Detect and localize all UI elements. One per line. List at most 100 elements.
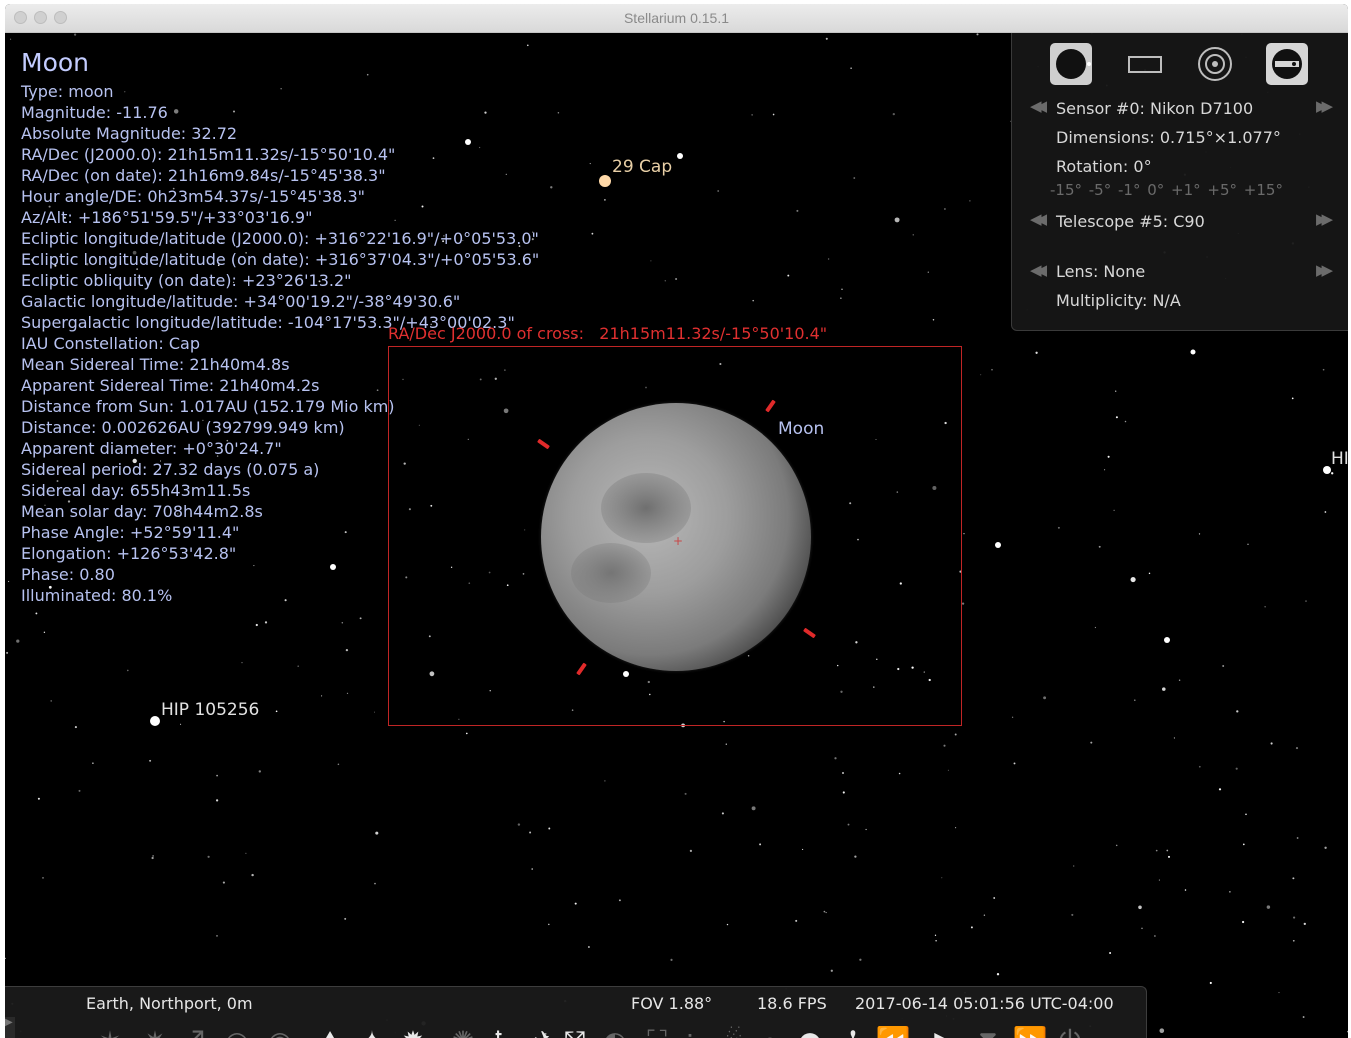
star [934,934,937,936]
cardinal-points-button[interactable]: ✦ [352,1021,392,1038]
atmosphere-button[interactable]: ✹ [393,1021,433,1038]
search-button[interactable]: ⌕ [750,1021,790,1038]
star [751,114,753,116]
constellation-art-icon: ♐ [180,1025,205,1038]
previous-sensor-icon[interactable]: ◀◀ [1030,97,1047,115]
next-telescope-icon[interactable]: ▶▶ [1316,210,1333,228]
star [1134,699,1136,701]
previous-telescope-icon[interactable]: ◀◀ [1030,210,1047,228]
star [935,940,937,942]
fast-forward-button[interactable]: ⏩ [1010,1021,1050,1038]
telescope-control-button[interactable]: ✢ [833,1021,873,1038]
planets-icon: ♄ [489,1025,514,1038]
quit-button[interactable]: ⏻ [1050,1021,1090,1038]
star [717,190,720,192]
star [1302,1016,1305,1018]
ground-button[interactable]: ⛰ [310,1021,350,1038]
bright-star[interactable] [1323,466,1331,474]
equatorial-mount-button[interactable]: ⤧ [555,1021,595,1038]
star [149,759,152,762]
bright-star[interactable] [995,542,1001,548]
telrad-button[interactable] [1194,43,1236,85]
constellation-labels-button[interactable]: ✷ [135,1021,175,1038]
ocular-toggle-button[interactable] [1050,43,1092,85]
star [604,780,606,782]
star [216,935,218,937]
star [531,868,533,870]
star [752,299,754,302]
next-sensor-icon[interactable]: ▶▶ [1316,97,1333,115]
star [1241,920,1245,924]
oculars-button[interactable]: ● [790,1021,830,1038]
star [1235,767,1238,770]
star [1236,710,1239,713]
equatorial-grid-icon: ◎ [225,1025,249,1038]
star [1113,509,1115,511]
equatorial-grid-button[interactable]: ◎ [217,1021,257,1038]
telescope-name: Telescope #5: C90 [1056,212,1205,231]
star [548,923,550,926]
planets-button[interactable]: ♄ [482,1021,522,1038]
star [5,957,6,960]
star [10,38,12,40]
star [374,711,375,713]
star [215,799,219,802]
nebulas-icon: ✺ [451,1025,474,1038]
play-button[interactable]: ▶ [925,1021,965,1038]
star [675,277,678,281]
fps-status: 18.6 FPS [757,994,827,1013]
star [894,217,900,223]
star-label-29-cap[interactable]: 29 Cap [612,157,672,177]
bright-star[interactable] [677,153,683,159]
star [1198,765,1201,768]
star [1013,762,1016,765]
star-label-hip-105256[interactable]: HIP 105256 [161,700,259,720]
star [557,112,560,114]
constellation-art-button[interactable]: ♐ [173,1021,213,1038]
bright-star[interactable] [1190,349,1196,355]
star [1130,577,1136,583]
exoplanets-button[interactable]: ⁘ [670,1021,710,1038]
star [1035,351,1038,354]
constellation-lines-button[interactable]: ✶ [90,1021,130,1038]
set-time-now-button[interactable]: ⧗ [968,1021,1008,1038]
star [947,769,949,771]
star [1158,879,1160,881]
star [222,881,225,884]
sidebar-toggle-handle[interactable]: ▶ [5,1017,15,1038]
star [1322,368,1325,371]
star [587,946,590,948]
star [275,710,278,713]
star [963,533,965,535]
rewind-icon: ⏪ [876,1025,911,1038]
object-info-line: Az/Alt: +186°51'59.5"/+33°03'16.9" [21,208,313,227]
rotation-scale[interactable]: -15° -5° -1° 0° +1° +5° +15° [1050,181,1283,199]
star [517,823,521,826]
bright-star[interactable] [150,716,160,726]
sensor-frame-button[interactable] [1124,43,1166,85]
azimuthal-grid-button[interactable]: ◉ [260,1021,300,1038]
star [1324,511,1327,513]
star [912,234,914,236]
meteors-button[interactable]: ☄ [710,1021,750,1038]
star [1292,939,1295,942]
star [42,877,44,879]
star [255,623,258,627]
star [927,271,929,273]
star [216,774,218,777]
night-mode-button[interactable]: ◐ [595,1021,635,1038]
star-label-edge[interactable]: HI [1331,449,1348,469]
ocular-config-button[interactable] [1266,43,1308,85]
cardinal-points-icon: ✦ [360,1025,383,1038]
rewind-button[interactable]: ⏪ [873,1021,913,1038]
star [1167,855,1171,858]
star [941,877,943,879]
moon-label[interactable]: Moon [778,419,824,439]
bright-star[interactable] [1164,637,1170,643]
next-lens-icon[interactable]: ▶▶ [1316,261,1333,279]
object-info-line: Ecliptic longitude/latitude (J2000.0): +… [21,229,539,248]
sky-view[interactable]: Moon Type: moon Magnitude: -11.76 Absolute… [5,33,1348,1038]
previous-lens-icon[interactable]: ◀◀ [1030,261,1047,279]
bright-star[interactable] [599,175,611,187]
nebulas-button[interactable]: ✺ [443,1021,483,1038]
